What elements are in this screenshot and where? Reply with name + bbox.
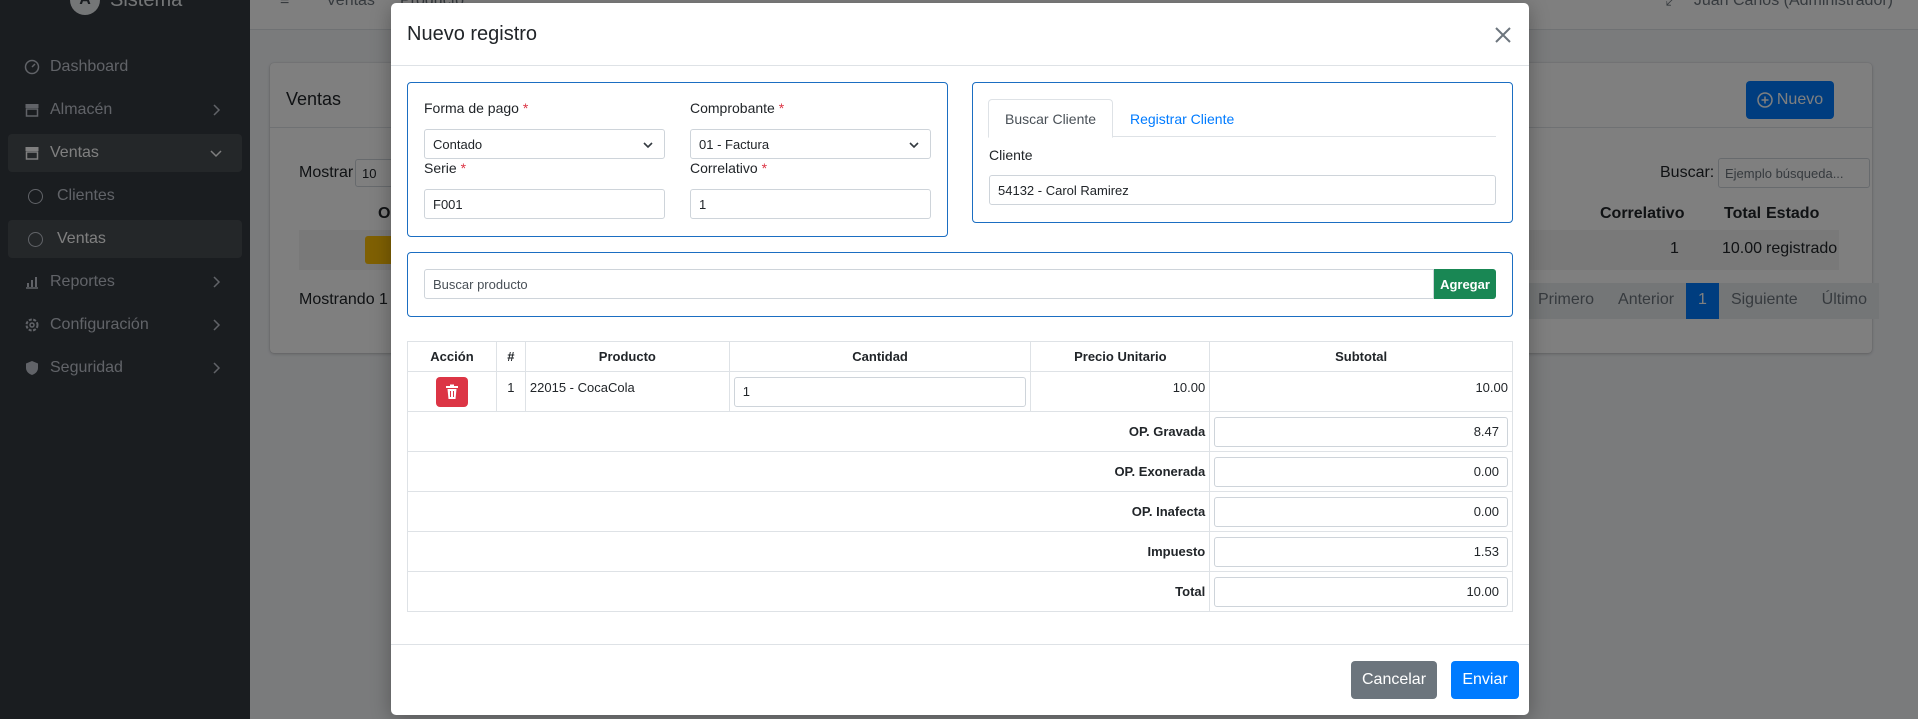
op-exonerada-cell: 0.00 <box>1209 451 1513 492</box>
table-header-row: Acción # Producto Cantidad Precio Unitar… <box>407 341 1513 372</box>
cancel-button[interactable]: Cancelar <box>1351 661 1437 699</box>
op-inafecta-label: OP. Inafecta <box>406 491 1211 532</box>
total-row-exonerada: OP. Exonerada 0.00 <box>406 451 1513 492</box>
total-row-impuesto: Impuesto 1.53 <box>406 531 1513 572</box>
op-exonerada-input[interactable]: 0.00 <box>1214 456 1508 487</box>
cliente-label: Cliente <box>989 147 1033 163</box>
product-search-box: Buscar producto Agregar <box>407 252 1513 317</box>
row-precio: 10.00 <box>1030 371 1211 412</box>
col-producto: Producto <box>524 341 730 372</box>
send-button[interactable]: Enviar <box>1451 661 1519 699</box>
close-icon[interactable] <box>1493 25 1513 45</box>
correlativo-input[interactable]: 1 <box>690 189 931 219</box>
client-box: Buscar Cliente Registrar Cliente Cliente… <box>972 82 1513 223</box>
col-precio: Precio Unitario <box>1030 341 1211 372</box>
op-inafecta-input[interactable]: 0.00 <box>1214 496 1508 527</box>
table-row: 1 22015 - CocaCola 1 10.00 10.00 <box>407 371 1513 412</box>
chevron-down-icon <box>909 142 919 149</box>
forma-pago-select[interactable]: Contado <box>424 129 665 159</box>
op-gravada-cell: 8.47 <box>1209 411 1513 452</box>
row-num: 1 <box>495 371 526 412</box>
impuesto-input[interactable]: 1.53 <box>1214 536 1508 567</box>
forma-pago-label: Forma de pago * <box>424 100 529 116</box>
chevron-down-icon <box>643 142 653 149</box>
op-inafecta-cell: 0.00 <box>1209 491 1513 532</box>
modal-title: Nuevo registro <box>407 23 538 45</box>
modal-header: Nuevo registro <box>391 3 1529 66</box>
row-producto: 22015 - CocaCola <box>524 371 730 412</box>
comprobante-select[interactable]: 01 - Factura <box>690 129 931 159</box>
total-row-inafecta: OP. Inafecta 0.00 <box>406 491 1513 532</box>
add-product-button[interactable]: Agregar <box>1434 269 1496 299</box>
col-cantidad: Cantidad <box>728 341 1032 372</box>
payment-box: Forma de pago * Contado Comprobante * 01… <box>407 82 948 237</box>
cantidad-cell: 1 <box>728 371 1032 412</box>
row-subtotal: 10.00 <box>1209 371 1513 412</box>
tab-buscar-cliente[interactable]: Buscar Cliente <box>988 99 1114 138</box>
total-row-total: Total 10.00 <box>406 571 1513 612</box>
delete-button[interactable] <box>435 376 468 407</box>
col-accion: Acción <box>407 341 497 372</box>
modal-footer: Cancelar Enviar <box>391 644 1529 715</box>
comprobante-label: Comprobante * <box>690 100 785 116</box>
product-search-input[interactable]: Buscar producto <box>424 269 1434 299</box>
items-table: Acción # Producto Cantidad Precio Unitar… <box>406 341 1513 612</box>
forma-pago-value: Contado <box>433 136 483 152</box>
cliente-input[interactable]: 54132 - Carol Ramirez <box>989 175 1496 205</box>
impuesto-cell: 1.53 <box>1209 531 1513 572</box>
action-cell <box>407 371 497 412</box>
trash-icon <box>445 384 458 399</box>
comprobante-value: 01 - Factura <box>699 136 770 152</box>
col-subtotal: Subtotal <box>1209 341 1513 372</box>
op-gravada-input[interactable]: 8.47 <box>1214 416 1508 447</box>
serie-label: Serie * <box>424 160 467 176</box>
op-exonerada-label: OP. Exonerada <box>406 451 1211 492</box>
impuesto-label: Impuesto <box>406 531 1211 572</box>
tab-registrar-cliente[interactable]: Registrar Cliente <box>1114 99 1250 138</box>
total-cell: 10.00 <box>1209 571 1513 612</box>
correlativo-label: Correlativo * <box>690 160 768 176</box>
new-record-modal: Nuevo registro Forma de pago * Contado C… <box>391 3 1529 715</box>
cantidad-input[interactable]: 1 <box>733 376 1027 407</box>
total-label: Total <box>406 571 1211 612</box>
serie-input[interactable]: F001 <box>424 189 665 219</box>
op-gravada-label: OP. Gravada <box>406 411 1211 452</box>
client-tabs: Buscar Cliente Registrar Cliente <box>988 99 1496 138</box>
total-row-gravada: OP. Gravada 8.47 <box>406 411 1513 452</box>
col-num: # <box>495 341 526 372</box>
total-input[interactable]: 10.00 <box>1214 576 1508 607</box>
